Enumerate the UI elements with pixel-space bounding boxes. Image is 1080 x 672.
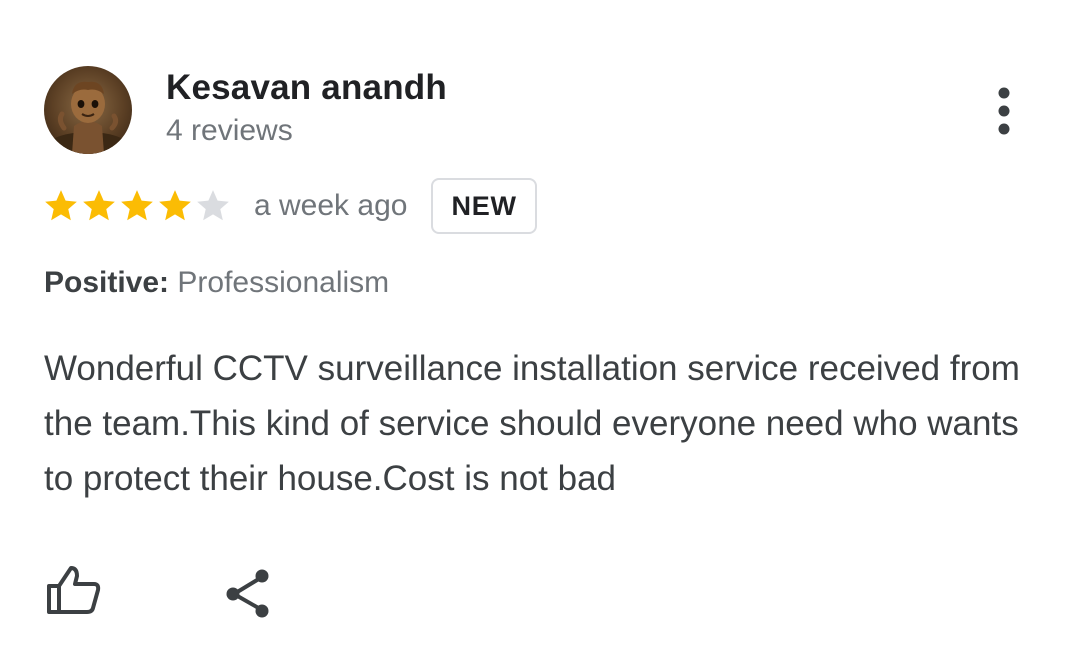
reviews-count[interactable]: 4 reviews xyxy=(166,114,293,148)
review-time: a week ago xyxy=(254,189,408,222)
reviewer-name[interactable]: Kesavan anandh xyxy=(166,68,447,108)
highlight-label: Positive: xyxy=(44,266,170,299)
more-options-button[interactable] xyxy=(980,84,1028,138)
star-empty-icon xyxy=(197,190,229,221)
review-card: Kesavan anandh 4 reviews a week ago NEW … xyxy=(0,0,1080,672)
star-rating xyxy=(42,187,232,225)
highlight-value: Professionalism xyxy=(177,266,390,299)
review-text: Wonderful CCTV surveillance installation… xyxy=(44,349,1020,498)
thumbs-up-icon xyxy=(47,566,101,614)
new-badge: NEW xyxy=(431,178,537,234)
star-filled-icon xyxy=(121,190,153,221)
share-button[interactable] xyxy=(222,566,274,620)
star-filled-icon xyxy=(159,190,191,221)
star-filled-icon xyxy=(45,190,77,221)
like-button[interactable] xyxy=(44,564,102,618)
more-vert-icon xyxy=(998,87,1010,135)
highlight-line: Positive: Professionalism xyxy=(44,266,389,300)
share-icon xyxy=(226,569,269,618)
avatar[interactable] xyxy=(44,66,132,154)
star-filled-icon xyxy=(83,190,115,221)
rating-row: a week ago NEW xyxy=(42,176,537,236)
